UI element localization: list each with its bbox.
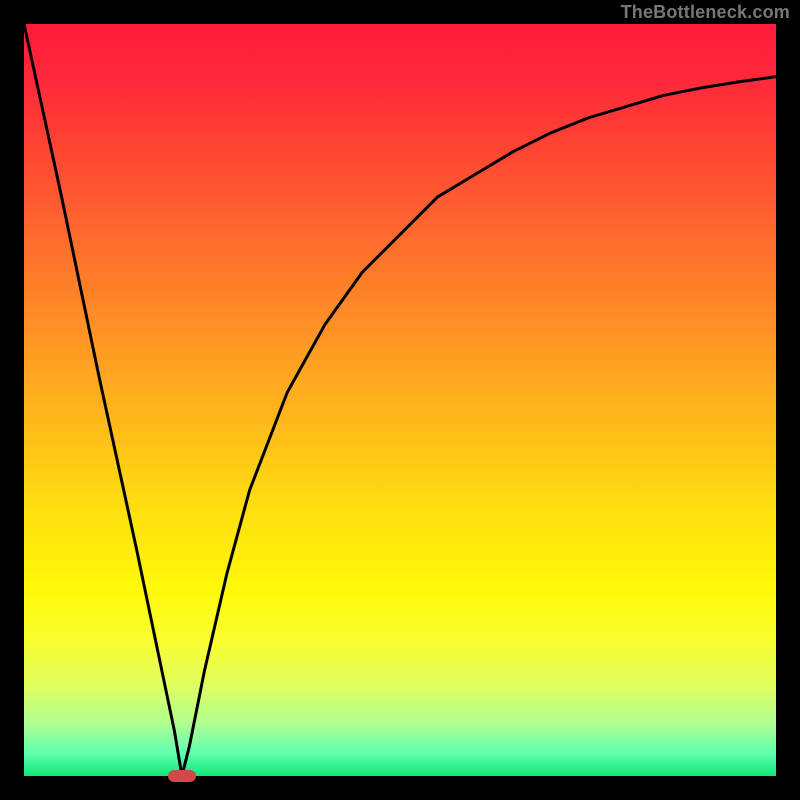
curve-path <box>24 24 776 776</box>
watermark-text: TheBottleneck.com <box>621 2 790 23</box>
plot-area <box>24 24 776 776</box>
optimal-point-marker <box>168 770 197 782</box>
chart-container: TheBottleneck.com <box>0 0 800 800</box>
bottleneck-curve <box>24 24 776 776</box>
